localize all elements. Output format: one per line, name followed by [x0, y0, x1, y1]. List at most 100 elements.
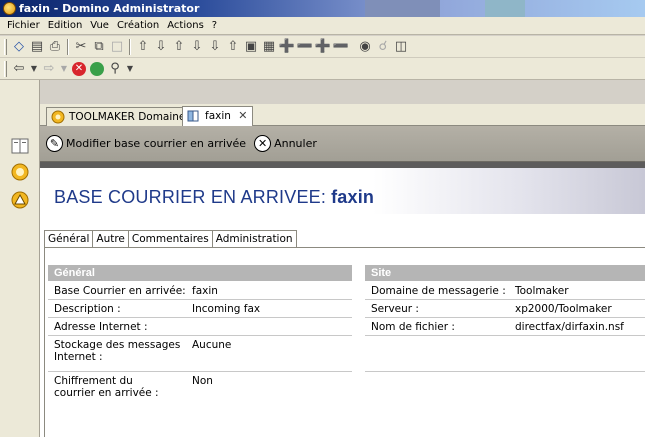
field-value: directfax/dirfaxin.nsf [515, 321, 624, 333]
titlebar-decoration [485, 0, 525, 17]
arrow-up-small-icon[interactable]: ⇧ [170, 38, 188, 56]
bookmark-bar [0, 80, 40, 437]
field-value: Aucune [192, 339, 232, 351]
search-icon[interactable]: ⚲ [106, 60, 124, 78]
field-label: Nom de fichier : [371, 321, 455, 333]
menu-actions[interactable]: Actions [163, 17, 208, 35]
copy-icon[interactable]: ⧉ [90, 38, 108, 56]
document-area: BASE COURRIER EN ARRIVEE: faxin Général A… [40, 162, 645, 437]
field-label: Base Courrier en arrivée: [54, 285, 186, 297]
section-general: Base Courrier en arrivée: faxin Descript… [48, 282, 352, 408]
navigation-toolbar: ⇦ ▼ ⇨ ▼ ✕ ⚲ ▼ [0, 58, 645, 80]
menu-vue[interactable]: Vue [86, 17, 113, 35]
cancel-button[interactable]: ✕ Annuler [254, 135, 317, 152]
field-value: faxin [192, 285, 218, 297]
form-left-border [44, 247, 45, 437]
menu-fichier[interactable]: Fichier [3, 17, 44, 35]
paste-icon[interactable]: □ [108, 38, 126, 56]
form-tabs-divider [44, 247, 645, 248]
field-label: Stockage des messages Internet : [54, 339, 181, 363]
collapse-icon[interactable]: ▣ [242, 38, 260, 56]
refresh-view-icon[interactable]: ▦ [260, 38, 278, 56]
field-row-domaine: Domaine de messagerie : Toolmaker [365, 282, 645, 300]
section-site: Domaine de messagerie : Toolmaker Serveu… [365, 282, 645, 408]
back-dropdown-icon[interactable]: ▼ [28, 60, 40, 78]
menu-edition[interactable]: Edition [44, 17, 87, 35]
field-row-description: Description : Incoming fax [48, 300, 352, 318]
pencil-icon: ✎ [46, 135, 63, 152]
preview-icon[interactable]: ◫ [392, 38, 410, 56]
field-label: Adresse Internet : [54, 321, 148, 333]
toolbar-separator [129, 38, 131, 55]
menu-help[interactable]: ? [208, 17, 221, 35]
field-value: xp2000/Toolmaker [515, 303, 612, 315]
collapse-all-icon[interactable]: ➖ [332, 38, 350, 56]
titlebar-decoration [365, 0, 440, 17]
toolbar-grip[interactable] [4, 60, 7, 77]
arrow-down-small-icon[interactable]: ⇩ [188, 38, 206, 56]
section-header-general: Général [48, 265, 352, 281]
field-row-empty [365, 372, 645, 408]
tab-general[interactable]: Général [44, 230, 94, 248]
refresh-icon[interactable] [88, 60, 106, 78]
tab-autre[interactable]: Autre [92, 230, 129, 248]
main-toolbar: ◇ ▤ ⎙ ✂ ⧉ □ ⇧ ⇩ ⇧ ⇩ ⇩ ⇧ ▣ ▦ ➕ ➖ ➕ ➖ ◉ ☌ … [0, 36, 645, 58]
domino-app-icon [3, 2, 16, 15]
tab-label: TOOLMAKER Domaine [69, 111, 186, 123]
tab-label: faxin [205, 110, 231, 122]
menu-bar: Fichier Edition Vue Création Actions ? [0, 17, 645, 35]
close-circle-icon: ✕ [254, 135, 272, 152]
collapse-minus-icon[interactable]: ➖ [296, 38, 314, 56]
arrow-down-icon[interactable]: ⇩ [152, 38, 170, 56]
field-value: Non [192, 375, 213, 387]
field-label: Description : [54, 303, 121, 315]
field-row-serveur: Serveur : xp2000/Toolmaker [365, 300, 645, 318]
edit-database-label: Modifier base courrier en arrivée [66, 137, 247, 150]
field-row-chiffrement: Chiffrement du courrier en arrivée : Non [48, 372, 352, 408]
field-label: Chiffrement du courrier en arrivée : [54, 375, 159, 399]
expand-icon[interactable]: ➕ [278, 38, 296, 56]
field-row-empty [365, 336, 645, 372]
field-row-adresse-internet: Adresse Internet : [48, 318, 352, 336]
field-row-stockage: Stockage des messages Internet : Aucune [48, 336, 352, 372]
field-row-nom-fichier: Nom de fichier : directfax/dirfaxin.nsf [365, 318, 645, 336]
forward-icon[interactable]: ⇨ [40, 60, 58, 78]
search-dropdown-icon[interactable]: ▼ [124, 60, 136, 78]
find-icon[interactable]: ☌ [374, 38, 392, 56]
action-bar: ✎ Modifier base courrier en arrivée ✕ An… [40, 126, 645, 162]
next-unread-icon[interactable]: ⇩ [206, 38, 224, 56]
form-tabs: Général Autre Commentaires Administratio… [44, 230, 297, 248]
cut-icon[interactable]: ✂ [72, 38, 90, 56]
tab-toolmaker-domain[interactable]: TOOLMAKER Domaine [46, 107, 192, 126]
print-icon[interactable]: ⎙ [46, 38, 64, 56]
save-icon[interactable]: ▤ [28, 38, 46, 56]
expand-all-icon[interactable]: ➕ [314, 38, 332, 56]
search-binoculars-icon[interactable]: ◉ [356, 38, 374, 56]
tab-administration[interactable]: Administration [211, 230, 297, 248]
back-icon[interactable]: ⇦ [10, 60, 28, 78]
admin-bookmark-icon[interactable] [10, 190, 30, 210]
document-title: BASE COURRIER EN ARRIVEE: faxin [54, 187, 374, 208]
edit-database-button[interactable]: ✎ Modifier base courrier en arrivée [46, 135, 246, 152]
field-value: Incoming fax [192, 303, 261, 315]
database-icon [187, 109, 201, 123]
stop-icon[interactable]: ✕ [70, 60, 88, 78]
domain-bookmark-icon[interactable] [10, 162, 30, 182]
bookmark-icon[interactable]: ◇ [10, 38, 28, 56]
domain-icon [51, 110, 65, 124]
toolbar-separator [67, 38, 69, 55]
window-title: faxin - Domino Administrator [19, 2, 200, 15]
close-tab-icon[interactable]: ✕ [238, 109, 247, 122]
bookmark-book-icon[interactable] [10, 136, 30, 156]
tab-commentaires[interactable]: Commentaires [127, 230, 213, 248]
menu-creation[interactable]: Création [113, 17, 163, 35]
forward-dropdown-icon[interactable]: ▼ [58, 60, 70, 78]
tab-faxin[interactable]: faxin ✕ [182, 106, 254, 126]
section-header-site: Site [365, 265, 645, 281]
cancel-label: Annuler [274, 137, 317, 150]
arrow-up-icon[interactable]: ⇧ [134, 38, 152, 56]
field-value: Toolmaker [515, 285, 569, 297]
field-row-base-courrier: Base Courrier en arrivée: faxin [48, 282, 352, 300]
toolbar-grip[interactable] [4, 38, 7, 55]
prev-unread-icon[interactable]: ⇧ [224, 38, 242, 56]
